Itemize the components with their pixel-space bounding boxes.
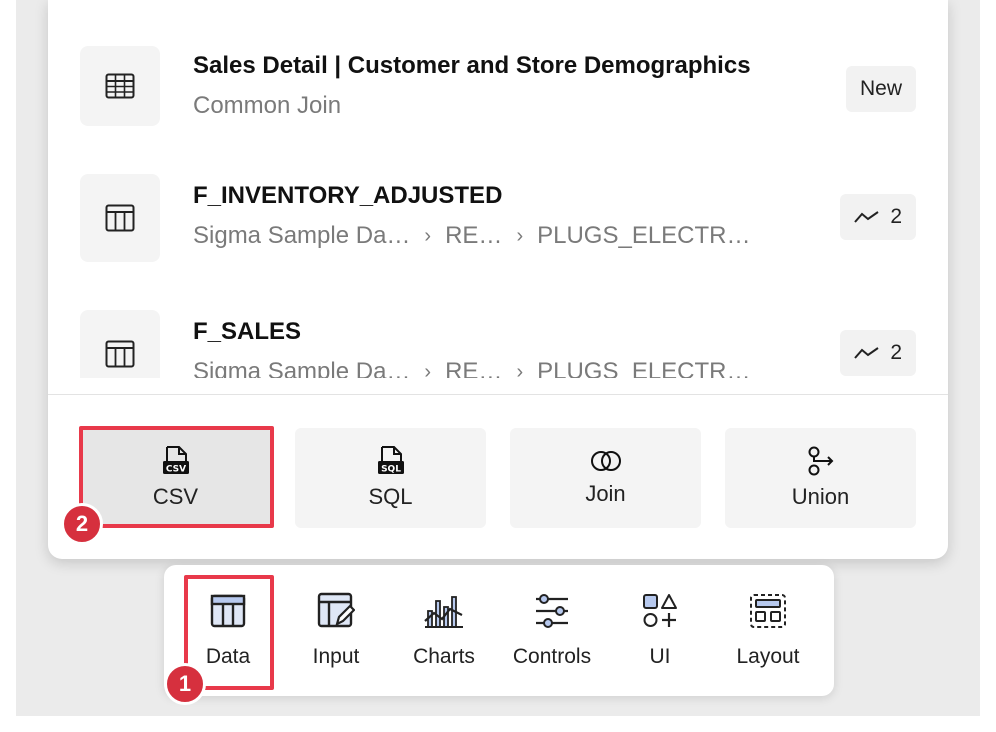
input-table-icon xyxy=(317,591,355,631)
toolbar-data-label: Data xyxy=(205,645,251,668)
join-label: Join xyxy=(585,481,626,506)
toolbar-ui[interactable]: UI xyxy=(610,565,710,696)
charts-icon xyxy=(424,591,464,631)
item-subtitle: Common Join xyxy=(193,92,342,119)
union-label: Union xyxy=(791,484,850,509)
sql-file-icon: SQL xyxy=(377,446,404,475)
chevron-right-icon: › xyxy=(424,360,432,379)
item-path: Sigma Sample Da… › RE… › PLUGS_ELECTR… xyxy=(193,222,751,250)
sql-label: SQL xyxy=(368,484,413,509)
union-icon xyxy=(808,446,833,476)
lineage-badge[interactable]: 2 xyxy=(840,194,916,240)
step-badge-1: 1 xyxy=(164,663,206,705)
lineage-count: 2 xyxy=(890,341,902,364)
data-source-list: Sales Detail | Customer and Store Demogr… xyxy=(48,0,948,378)
table-icon xyxy=(80,310,160,378)
toolbar-controls[interactable]: Controls xyxy=(502,565,602,696)
join-icon xyxy=(590,451,621,471)
csv-file-icon: CSV xyxy=(162,446,189,475)
toolbar-input-label: Input xyxy=(312,645,360,668)
layout-icon xyxy=(749,591,787,631)
list-item[interactable]: Sales Detail | Customer and Store Demogr… xyxy=(48,46,948,156)
toolbar-layout-label: Layout xyxy=(736,645,800,668)
source-buttons: CSV CSV SQL SQL Join Union xyxy=(80,428,916,528)
sql-button[interactable]: SQL SQL xyxy=(295,428,486,528)
toolbar-input[interactable]: Input xyxy=(286,565,386,696)
data-table-icon xyxy=(210,591,246,631)
toolbar-ui-label: UI xyxy=(649,645,671,668)
path-crumb: RE… xyxy=(445,358,503,378)
toolbar-layout[interactable]: Layout xyxy=(718,565,818,696)
chevron-right-icon: › xyxy=(516,360,524,379)
csv-button[interactable]: CSV CSV xyxy=(80,428,271,528)
divider xyxy=(48,394,948,395)
table-icon xyxy=(80,174,160,262)
path-crumb: PLUGS_ELECTR… xyxy=(537,222,751,249)
lineage-badge[interactable]: 2 xyxy=(840,330,916,376)
toolbar-charts[interactable]: Charts xyxy=(394,565,494,696)
toolbar-charts-label: Charts xyxy=(413,645,475,668)
table-grid-icon xyxy=(80,46,160,126)
element-toolbar: Data Input Charts Controls UI Layout xyxy=(164,565,834,696)
item-title: Sales Detail | Customer and Store Demogr… xyxy=(193,52,751,79)
list-item[interactable]: F_INVENTORY_ADJUSTED Sigma Sample Da… › … xyxy=(48,174,948,284)
item-title: F_INVENTORY_ADJUSTED xyxy=(193,182,503,209)
chevron-right-icon: › xyxy=(424,224,432,247)
path-crumb: RE… xyxy=(445,222,503,249)
chevron-right-icon: › xyxy=(516,224,524,247)
union-button[interactable]: Union xyxy=(725,428,916,528)
list-item[interactable]: F_SALES Sigma Sample Da… › RE… › PLUGS_E… xyxy=(48,310,948,378)
path-crumb: PLUGS_ELECTR… xyxy=(537,358,751,378)
item-path: Sigma Sample Da… › RE… › PLUGS_ELECTR… xyxy=(193,358,751,378)
item-title: F_SALES xyxy=(193,318,302,345)
lineage-count: 2 xyxy=(890,205,902,228)
sliders-icon xyxy=(534,591,570,631)
lineage-icon xyxy=(854,211,879,223)
path-crumb: Sigma Sample Da… xyxy=(193,222,411,249)
svg-text:SQL: SQL xyxy=(381,465,401,475)
add-data-panel: Sales Detail | Customer and Store Demogr… xyxy=(48,0,948,559)
shapes-icon xyxy=(642,591,678,631)
path-crumb: Sigma Sample Da… xyxy=(193,358,411,378)
toolbar-controls-label: Controls xyxy=(512,645,592,668)
csv-label: CSV xyxy=(152,484,199,509)
step-badge-2: 2 xyxy=(61,503,103,545)
new-badge: New xyxy=(845,66,916,112)
join-button[interactable]: Join xyxy=(510,428,701,528)
lineage-icon xyxy=(854,347,879,359)
svg-text:CSV: CSV xyxy=(165,465,185,475)
